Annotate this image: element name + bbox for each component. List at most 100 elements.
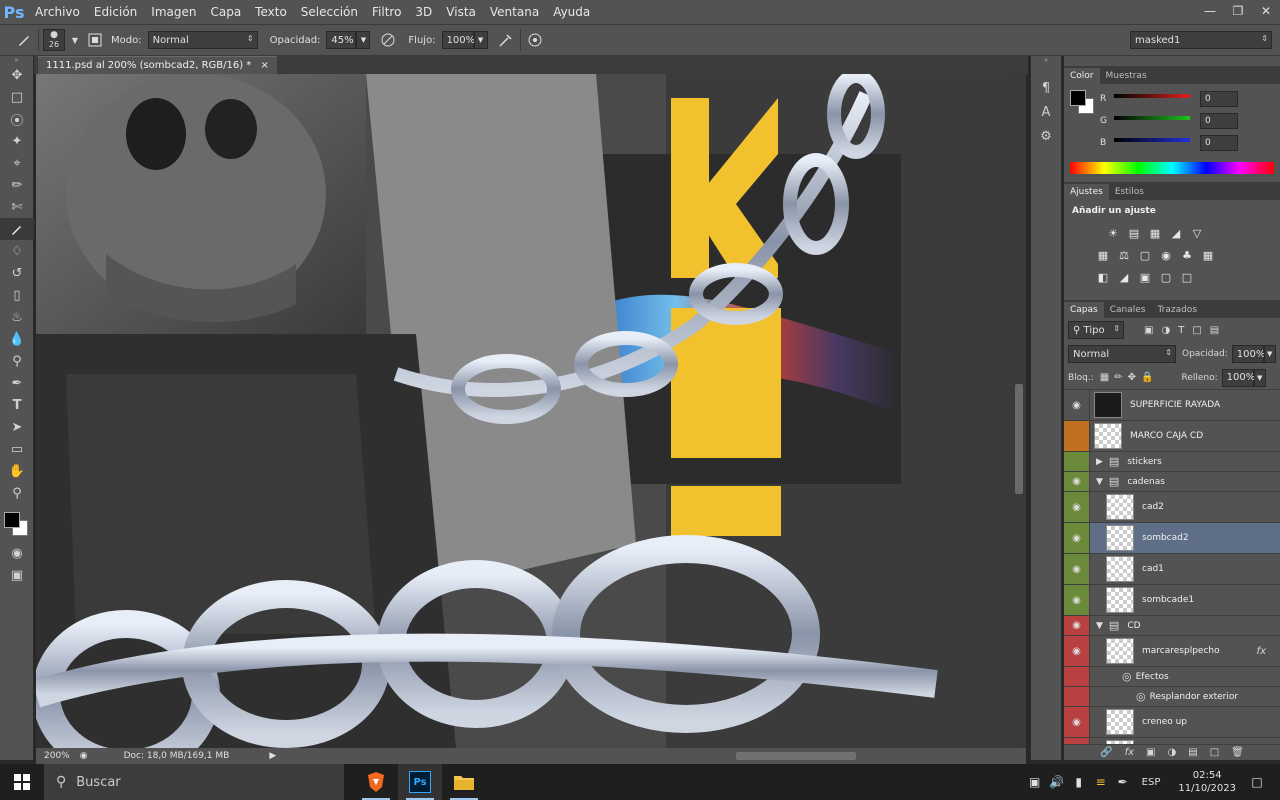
workspace-select[interactable]: masked1 ⇕	[1130, 31, 1272, 49]
dodge-tool-icon[interactable]: ⚲	[0, 350, 34, 372]
character-panel-icon[interactable]: A	[1031, 100, 1061, 124]
channel-value-field[interactable]: 0	[1200, 113, 1238, 129]
black-white-icon[interactable]: ▢	[1136, 246, 1154, 264]
foreground-color-swatch[interactable]	[4, 512, 20, 528]
zoom-tool-icon[interactable]: ⚲	[0, 482, 34, 504]
restore-icon[interactable]: ❐	[1224, 0, 1252, 22]
power-icon[interactable]: ▮	[1068, 775, 1090, 789]
airbrush-icon[interactable]	[496, 30, 516, 50]
taskbar-search[interactable]: ⚲ Buscar	[44, 764, 344, 800]
panel-collapse-icon[interactable]: »	[0, 56, 33, 64]
pen-tool-icon[interactable]: ✒	[0, 372, 34, 394]
effect-visibility-icon[interactable]: ◎	[1122, 670, 1132, 683]
visibility-eye-icon[interactable]: ◉	[1064, 585, 1090, 615]
scroll-thumb[interactable]	[1015, 384, 1023, 494]
color-balance-icon[interactable]: ⚖	[1115, 246, 1133, 264]
path-select-tool-icon[interactable]: ➤	[0, 416, 34, 438]
photoshop-taskbar-icon[interactable]: Ps	[398, 764, 442, 800]
visibility-eye-icon[interactable]: ◉	[1064, 472, 1090, 491]
tab-paths[interactable]: Trazados	[1151, 302, 1203, 318]
layer-row[interactable]: ◉ marcaresplpecho fx	[1064, 636, 1280, 667]
horizontal-scroll-thumb[interactable]	[736, 752, 856, 760]
tab-styles[interactable]: Estilos	[1109, 184, 1150, 200]
layer-row[interactable]: ◉ SUPERFICIE RAYADA	[1064, 390, 1280, 421]
filter-smart-object-icon[interactable]: ▤	[1210, 325, 1219, 336]
type-tool-icon[interactable]: T	[0, 394, 34, 416]
color-spectrum-bar[interactable]	[1070, 162, 1274, 174]
menu-item-4[interactable]: Texto	[248, 0, 294, 24]
volume-icon[interactable]: 🔊	[1046, 775, 1068, 789]
visibility-eye-icon[interactable]: ◉	[1064, 523, 1090, 553]
crop-tool-icon[interactable]: ⌖	[0, 152, 34, 174]
visibility-eye-icon[interactable]	[1064, 687, 1090, 706]
brush-tool-preset-icon[interactable]	[14, 30, 34, 50]
brush-panel-toggle-icon[interactable]	[85, 30, 105, 50]
fill-dropdown-icon[interactable]: ▼	[1253, 368, 1266, 387]
posterize-icon[interactable]: ◢	[1115, 268, 1133, 286]
new-layer-icon[interactable]: □	[1210, 747, 1219, 758]
brightness-contrast-icon[interactable]: ☀	[1104, 224, 1122, 242]
invert-icon[interactable]: ◧	[1094, 268, 1112, 286]
layer-row[interactable]: MARCO CAJA CD	[1064, 421, 1280, 452]
menu-item-9[interactable]: Ventana	[483, 0, 546, 24]
close-tab-icon[interactable]: ×	[261, 60, 269, 71]
visibility-eye-icon[interactable]	[1064, 452, 1090, 471]
brave-browser-icon[interactable]	[354, 764, 398, 800]
layer-effect-row[interactable]: ◎ Resplandor exterior	[1064, 687, 1280, 707]
notes-icon[interactable]: ≡	[1090, 775, 1112, 789]
filter-shape-icon[interactable]: □	[1192, 325, 1201, 336]
threshold-icon[interactable]: ▣	[1136, 268, 1154, 286]
new-group-icon[interactable]: ▤	[1188, 747, 1197, 758]
file-explorer-icon[interactable]	[442, 764, 486, 800]
vibrance-icon[interactable]: ▽	[1188, 224, 1206, 242]
tab-channels[interactable]: Canales	[1104, 302, 1152, 318]
image-canvas[interactable]	[36, 74, 1012, 748]
pressure-opacity-icon[interactable]	[378, 30, 398, 50]
brush-picker-chevron-icon[interactable]: ▼	[65, 30, 85, 50]
lock-position-icon[interactable]: ✥	[1128, 372, 1136, 383]
gradient-map-icon[interactable]: ▢	[1157, 268, 1175, 286]
menu-item-2[interactable]: Imagen	[144, 0, 203, 24]
rectangle-tool-icon[interactable]: ▭	[0, 438, 34, 460]
menu-item-10[interactable]: Ayuda	[546, 0, 597, 24]
channel-value-field[interactable]: 0	[1200, 91, 1238, 107]
hand-tool-icon[interactable]: ✋	[0, 460, 34, 482]
flow-field[interactable]: 100%	[441, 31, 475, 49]
panel-collapse-icon[interactable]: «	[1031, 56, 1061, 64]
lock-all-icon[interactable]: 🔒	[1141, 372, 1153, 383]
zoom-level[interactable]: 200%	[44, 751, 70, 761]
paint-bucket-tool-icon[interactable]: ♨	[0, 306, 34, 328]
pen-icon[interactable]: ✒	[1112, 775, 1134, 789]
status-expand-icon[interactable]: ▶	[269, 751, 276, 761]
visibility-eye-icon[interactable]: ◉	[1064, 616, 1090, 635]
network-icon[interactable]: ▣	[1024, 775, 1046, 789]
channel-slider[interactable]	[1114, 138, 1190, 142]
screen-mode-icon[interactable]: ▣	[0, 564, 34, 586]
tab-color[interactable]: Color	[1064, 68, 1100, 84]
minimize-icon[interactable]: —	[1196, 0, 1224, 22]
visibility-eye-icon[interactable]	[1064, 421, 1090, 451]
filter-adjustment-icon[interactable]: ◑	[1161, 325, 1170, 336]
vertical-scrollbar[interactable]	[1012, 74, 1026, 748]
clone-stamp-tool-icon[interactable]: ♢	[0, 240, 34, 262]
levels-icon[interactable]: ▤	[1125, 224, 1143, 242]
visibility-eye-icon[interactable]	[1064, 667, 1090, 686]
channel-value-field[interactable]: 0	[1200, 135, 1238, 151]
layer-style-icon[interactable]: fx	[1125, 747, 1134, 758]
menu-item-6[interactable]: Filtro	[365, 0, 408, 24]
start-button[interactable]	[0, 764, 44, 800]
quick-mask-icon[interactable]: ◉	[0, 542, 34, 564]
clock[interactable]: 02:54 11/10/2023	[1178, 769, 1236, 795]
visibility-eye-icon[interactable]: ◉	[1064, 390, 1090, 420]
layer-effect-row[interactable]: ◎ Efectos	[1064, 667, 1280, 687]
group-collapsed-chevron-icon[interactable]: ▶	[1096, 457, 1103, 467]
quick-select-tool-icon[interactable]: ✦	[0, 130, 34, 152]
selective-color-icon[interactable]: □	[1178, 268, 1196, 286]
mode-select[interactable]: Normal ⇕	[147, 31, 258, 49]
blend-mode-select[interactable]: Normal ⇕	[1068, 345, 1176, 363]
channel-slider[interactable]	[1114, 94, 1190, 98]
visibility-eye-icon[interactable]: ◉	[1064, 636, 1090, 666]
layer-row[interactable]: ◉ sombcade1	[1064, 585, 1280, 616]
layer-row[interactable]: ◉ sombcad2	[1064, 523, 1280, 554]
notifications-icon[interactable]: □	[1246, 775, 1268, 789]
